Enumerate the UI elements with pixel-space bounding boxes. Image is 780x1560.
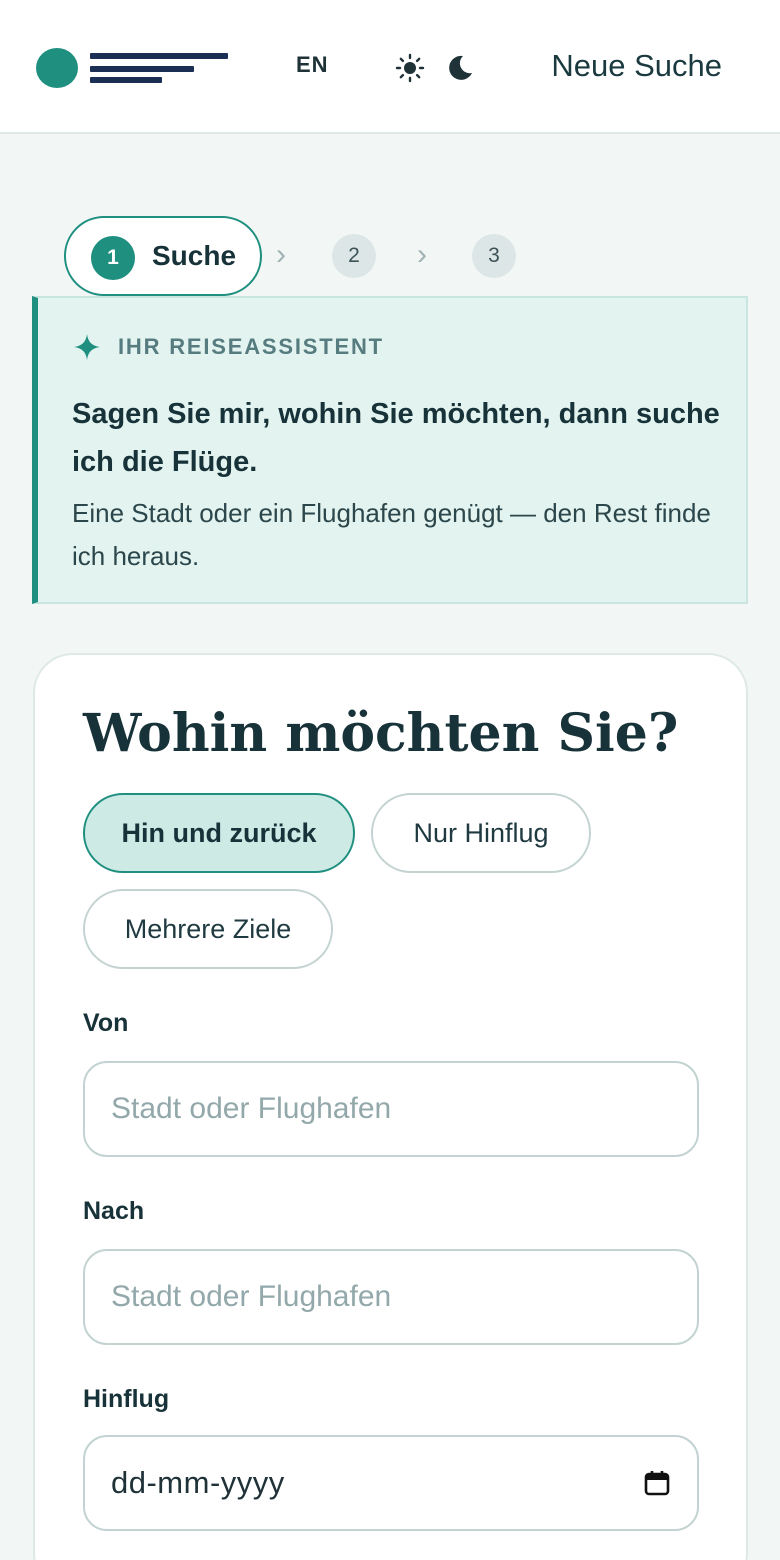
brand-logo[interactable] <box>36 46 236 90</box>
trip-type-round-trip[interactable]: Hin und zurück <box>83 793 355 873</box>
from-label: Von <box>83 1009 129 1037</box>
from-input[interactable] <box>83 1061 699 1157</box>
new-search-button[interactable]: Neue Suche <box>551 48 722 84</box>
date-placeholder: dd-mm-yyyy <box>111 1465 285 1500</box>
sparkle-icon <box>74 334 100 360</box>
assistant-header: IHR REISEASSISTENT <box>74 334 384 360</box>
page-title: Wohin möchten Sie? <box>83 703 679 764</box>
search-card: Wohin möchten Sie? Hin und zurück Nur Hi… <box>33 653 748 1560</box>
assistant-panel: IHR REISEASSISTENT Sagen Sie mir, wohin … <box>32 296 748 604</box>
logo-bar <box>90 77 162 83</box>
to-label: Nach <box>83 1197 145 1225</box>
step-3[interactable]: 3 <box>472 234 516 278</box>
step-1-current[interactable]: 1 Suche <box>64 216 262 296</box>
depart-date-label: Hinflug <box>83 1385 170 1413</box>
calendar-icon[interactable] <box>643 1469 671 1497</box>
language-toggle[interactable]: EN <box>296 52 329 78</box>
logo-bar <box>90 66 194 72</box>
moon-icon[interactable] <box>445 53 475 83</box>
trip-type-one-way[interactable]: Nur Hinflug <box>371 793 591 873</box>
sun-icon[interactable] <box>395 53 425 83</box>
assistant-title: Sagen Sie mir, wohin Sie möchten, dann s… <box>72 398 720 478</box>
depart-date-input[interactable]: dd-mm-yyyy <box>83 1435 699 1531</box>
assistant-tag: IHR REISEASSISTENT <box>118 334 384 359</box>
trip-type-multi-city[interactable]: Mehrere Ziele <box>83 889 333 969</box>
logo-bar <box>90 53 228 59</box>
theme-switcher <box>395 52 475 84</box>
app-header: EN Neue Suche <box>0 0 780 134</box>
to-input[interactable] <box>83 1249 699 1345</box>
logo-circle <box>36 48 78 88</box>
chevron-right-icon: › <box>276 238 286 271</box>
chevron-right-icon: › <box>417 238 427 271</box>
assistant-text: Eine Stadt oder ein Flughafen genügt — d… <box>72 498 711 571</box>
step-number: 1 <box>91 236 135 280</box>
step-label: Suche <box>152 240 237 271</box>
step-2[interactable]: 2 <box>332 234 376 278</box>
